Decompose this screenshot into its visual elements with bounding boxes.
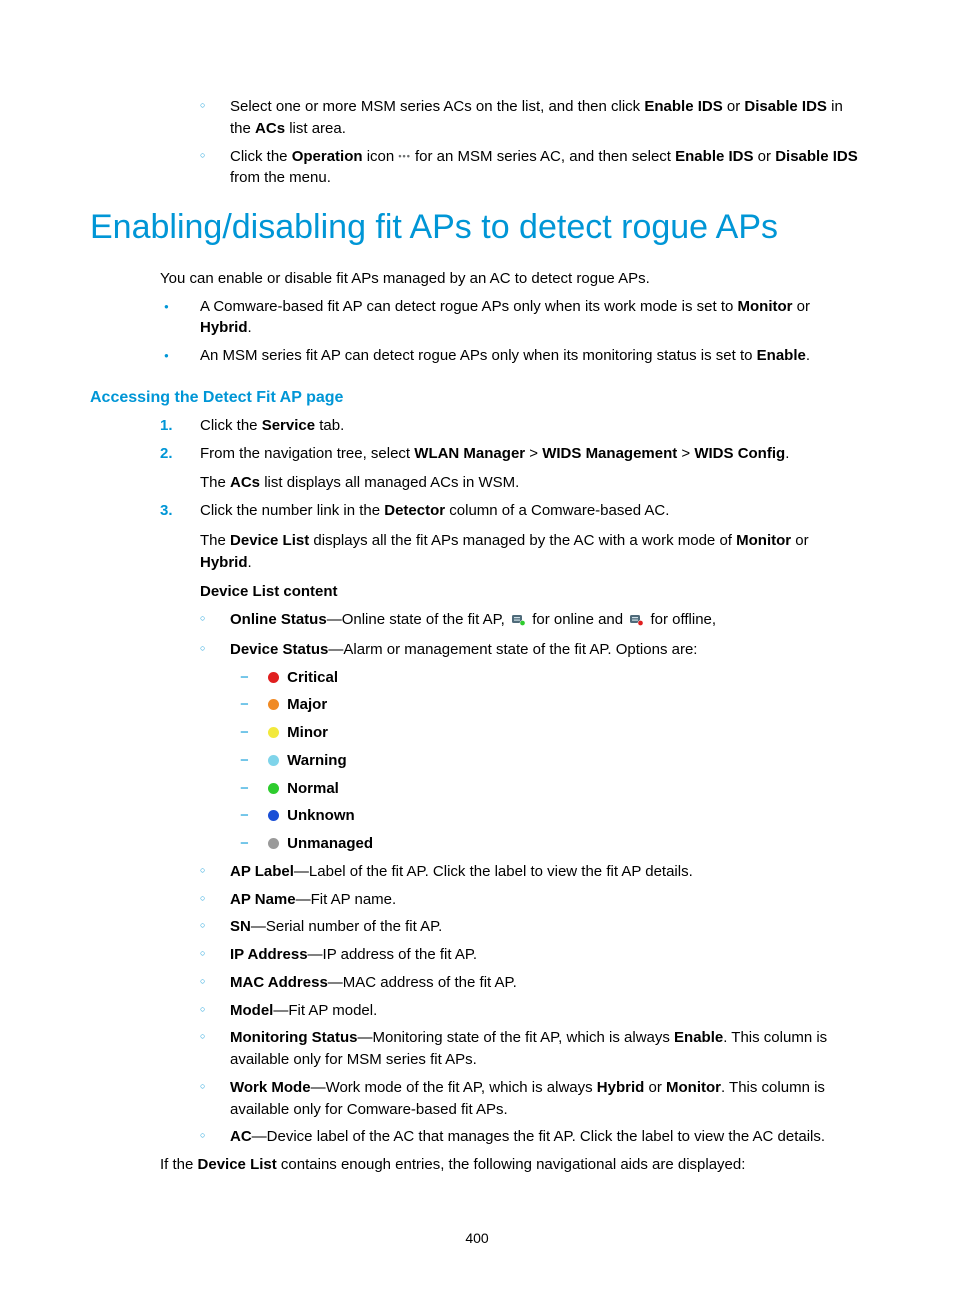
list-item: MAC Address—MAC address of the fit AP.	[200, 972, 864, 994]
step-subline: The ACs list displays all managed ACs in…	[200, 472, 864, 494]
mode-bullet-list: A Comware-based fit AP can detect rogue …	[90, 296, 864, 367]
page-number: 400	[0, 1230, 954, 1246]
status-option: Unknown	[240, 805, 864, 827]
document-page: Select one or more MSM series ACs on the…	[0, 0, 954, 1296]
status-option: Minor	[240, 722, 864, 744]
ap-offline-icon	[629, 611, 644, 633]
closing-paragraph: If the Device List contains enough entri…	[160, 1154, 864, 1176]
list-item: AP Label—Label of the fit AP. Click the …	[200, 861, 864, 883]
step-item: Click the Service tab.	[160, 415, 864, 437]
step-subline: The Device List displays all the fit APs…	[200, 530, 864, 574]
list-item: A Comware-based fit AP can detect rogue …	[160, 296, 864, 340]
list-item: AP Name—Fit AP name.	[200, 889, 864, 911]
list-item: An MSM series fit AP can detect rogue AP…	[160, 345, 864, 367]
online-status-item: Online Status—Online state of the fit AP…	[200, 609, 864, 633]
status-option: Warning	[240, 750, 864, 772]
ellipsis-icon: •••	[398, 150, 410, 163]
list-item: SN—Serial number of the fit AP.	[200, 916, 864, 938]
status-option: Unmanaged	[240, 833, 864, 855]
section-subhead: Accessing the Detect Fit AP page	[90, 389, 864, 407]
device-status-item: Device Status—Alarm or management state …	[200, 639, 864, 661]
continuation-list: Select one or more MSM series ACs on the…	[90, 96, 864, 189]
status-dot-icon	[268, 672, 279, 683]
ap-online-icon	[511, 611, 526, 633]
status-dot-icon	[268, 727, 279, 738]
status-dot-icon	[268, 755, 279, 766]
status-dot-icon	[268, 783, 279, 794]
steps-list: Click the Service tab. From the navigatio…	[90, 415, 864, 603]
list-item: IP Address—IP address of the fit AP.	[200, 944, 864, 966]
ac-item: AC—Device label of the AC that manages t…	[200, 1126, 864, 1148]
status-option: Major	[240, 694, 864, 716]
status-option: Normal	[240, 778, 864, 800]
status-dot-icon	[268, 810, 279, 821]
status-dot-icon	[268, 838, 279, 849]
status-option: Critical	[240, 667, 864, 689]
device-list-details: Online Status—Online state of the fit AP…	[90, 609, 864, 661]
list-item: Model—Fit AP model.	[200, 1000, 864, 1022]
step-subline: Device List content	[200, 581, 864, 603]
status-dot-icon	[268, 699, 279, 710]
list-item: Click the Operation icon ••• for an MSM …	[200, 146, 864, 190]
monitoring-status-item: Monitoring Status—Monitoring state of th…	[200, 1027, 864, 1071]
step-item: Click the number link in the Detector co…	[160, 500, 864, 603]
device-list-details-cont: AP Label—Label of the fit AP. Click the …	[90, 861, 864, 1148]
status-options-list: Critical Major Minor Warning Normal Unkn…	[90, 667, 864, 855]
intro-paragraph: You can enable or disable fit APs manage…	[160, 268, 864, 290]
page-title: Enabling/disabling fit APs to detect rog…	[90, 207, 864, 248]
list-item: Select one or more MSM series ACs on the…	[200, 96, 864, 140]
work-mode-item: Work Mode—Work mode of the fit AP, which…	[200, 1077, 864, 1121]
step-item: From the navigation tree, select WLAN Ma…	[160, 443, 864, 495]
